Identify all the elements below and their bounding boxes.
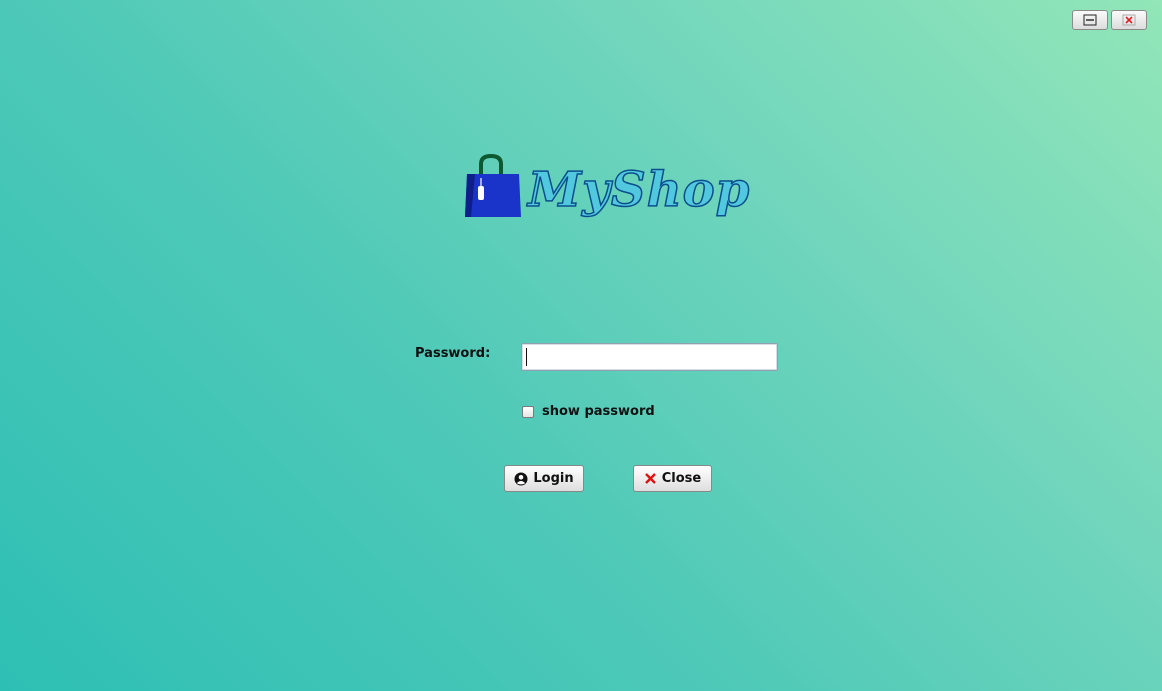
login-button[interactable]: Login bbox=[504, 465, 584, 492]
password-input[interactable] bbox=[521, 343, 778, 371]
close-x-icon bbox=[1122, 14, 1136, 26]
user-circle-icon bbox=[514, 472, 528, 485]
window-close-button[interactable] bbox=[1111, 10, 1147, 30]
minimize-button[interactable] bbox=[1072, 10, 1108, 30]
show-password-checkbox[interactable] bbox=[522, 405, 534, 418]
show-password-label[interactable]: show password bbox=[542, 404, 655, 419]
red-x-icon bbox=[644, 473, 656, 484]
text-caret bbox=[526, 348, 527, 366]
close-button[interactable]: Close bbox=[633, 465, 712, 492]
logo-text: MyShop bbox=[527, 161, 751, 219]
password-label: Password: bbox=[415, 346, 491, 361]
login-label: Login bbox=[533, 471, 574, 486]
minimize-icon bbox=[1083, 14, 1097, 26]
show-password-row[interactable]: show password bbox=[522, 404, 655, 419]
close-label: Close bbox=[661, 471, 702, 486]
